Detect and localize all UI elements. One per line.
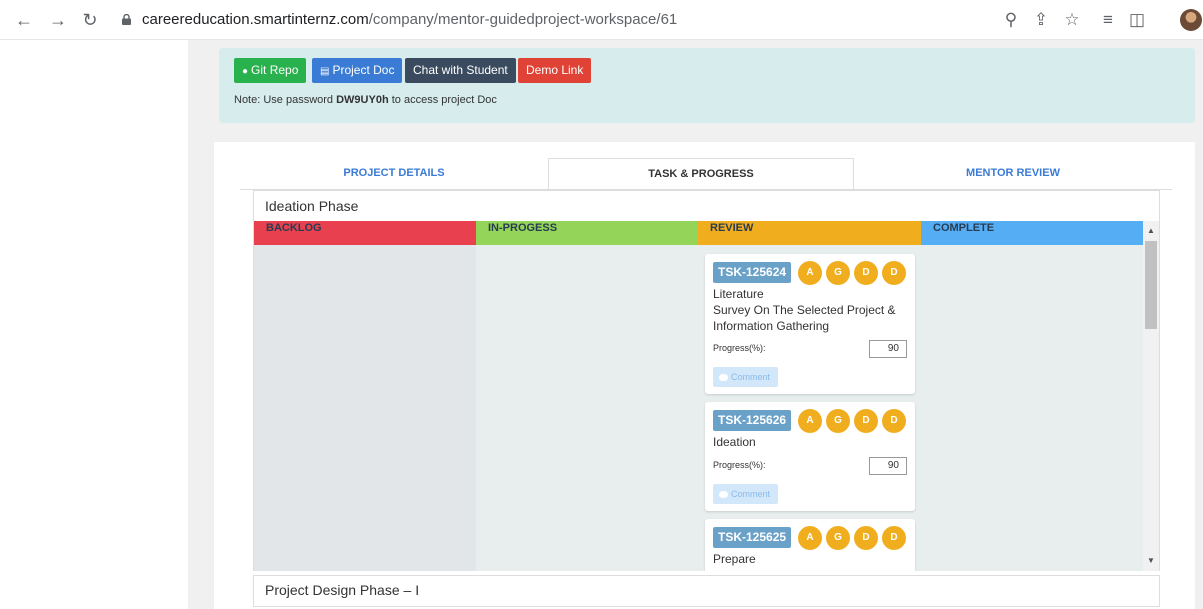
assignee-avatar: D [854,526,878,550]
git-repo-label: Git Repo [251,63,299,77]
project-actions-panel: ● Git Repo ▤ Project Doc Chat with Student… [219,48,1195,123]
task-title-line: Survey On The Selected Project & Informa… [713,303,896,333]
comment-label: Comment [731,372,771,382]
task-title-line: Prepare [713,552,756,566]
scrollbar-thumb[interactable] [1145,241,1157,329]
comment-icon [719,491,728,498]
task-title: Literature Survey On The Selected Projec… [713,286,909,334]
task-card[interactable]: TSK-125625 A G D D Prepare [705,519,915,571]
star-icon[interactable]: ☆ [1061,9,1083,31]
progress-input[interactable]: 90 [869,340,907,358]
task-id-badge: TSK-125625 [713,527,792,548]
task-title-line: Literature [713,287,764,301]
profile-avatar[interactable] [1180,9,1202,31]
column-header-review: REVIEW [698,221,921,245]
project-doc-label: Project Doc [332,63,395,77]
back-arrow-icon[interactable]: ← [14,9,34,31]
side-panel-icon[interactable]: ◫ [1126,9,1148,31]
progress-label: Progress(%): [713,460,766,470]
comment-label: Comment [731,489,771,499]
progress-label: Progress(%): [713,343,766,353]
comment-button[interactable]: Comment [713,367,779,387]
task-card[interactable]: TSK-125626 A G D D Ideation Progress(%):… [705,402,915,511]
task-id-badge: TSK-125626 [713,410,792,431]
git-repo-button[interactable]: ● Git Repo [234,58,307,83]
document-icon: ▤ [320,66,330,77]
comment-icon [719,374,728,381]
tab-mentor-review[interactable]: MENTOR REVIEW [854,158,1172,189]
assignee-avatar: D [882,261,906,285]
reload-icon[interactable]: ↻ [80,9,100,31]
assignee-avatar: D [854,409,878,433]
progress-input[interactable]: 90 [869,457,907,475]
note-prefix: Note: Use password [234,94,337,106]
task-id-badge: TSK-125624 [713,262,792,283]
tab-project-details[interactable]: PROJECT DETAILS [240,158,548,189]
password-note: Note: Use password DW9UY0h to access pro… [234,94,497,106]
task-title: Ideation [713,434,909,450]
note-suffix: to access project Doc [388,94,497,106]
note-password: DW9UY0h [336,94,389,106]
task-title: Prepare [713,551,909,567]
column-header-backlog: BACKLOG [254,221,476,245]
forward-arrow-icon[interactable]: → [48,9,68,31]
left-sidebar [0,40,188,609]
demo-link-button[interactable]: Demo Link [518,58,592,83]
scroll-up-arrow-icon[interactable]: ▲ [1143,224,1159,238]
assignee-avatar: D [854,261,878,285]
phase-title[interactable]: Project Design Phase – I [265,582,419,598]
assignee-avatar: G [826,261,850,285]
complete-column [921,245,1143,571]
reading-list-icon[interactable]: ≡ [1097,9,1119,31]
url-path: /company/mentor-guidedproject-workspace/… [368,11,678,28]
assignee-avatar: D [882,409,906,433]
column-header-complete: COMPLETE [921,221,1143,245]
board-scrollbar[interactable]: ▲ ▼ [1143,221,1159,571]
assignee-avatar: G [826,526,850,550]
tab-task-progress[interactable]: TASK & PROGRESS [548,158,854,189]
zoom-icon[interactable]: ⚲ [1000,9,1022,31]
chat-with-student-button[interactable]: Chat with Student [405,58,516,83]
assignee-avatar: A [798,409,822,433]
assignee-avatar: G [826,409,850,433]
assignee-avatar: A [798,261,822,285]
task-card[interactable]: TSK-125624 A G D D Literature Survey On … [705,254,915,394]
review-column: TSK-125624 A G D D Literature Survey On … [698,245,921,571]
url-host: careereducation.smartinternz.com [142,11,369,28]
github-icon: ● [242,66,249,77]
assignee-avatar: A [798,526,822,550]
task-title-line: Ideation [713,435,756,449]
assignee-avatar: D [882,526,906,550]
address-bar[interactable]: careereducation.smartinternz.com/company… [142,11,677,28]
share-icon[interactable]: ⇪ [1030,9,1052,31]
scroll-down-arrow-icon[interactable]: ▼ [1143,554,1159,568]
lock-icon [122,14,131,25]
backlog-column [254,245,476,571]
column-header-in-progress: IN-PROGESS [476,221,698,245]
project-doc-button[interactable]: ▤ Project Doc [312,58,403,83]
browser-toolbar: ← → ↻ careereducation.smartinternz.com/c… [0,0,1203,40]
in-progress-column [476,245,698,571]
comment-button[interactable]: Comment [713,484,779,504]
phase-title[interactable]: Ideation Phase [265,198,358,214]
